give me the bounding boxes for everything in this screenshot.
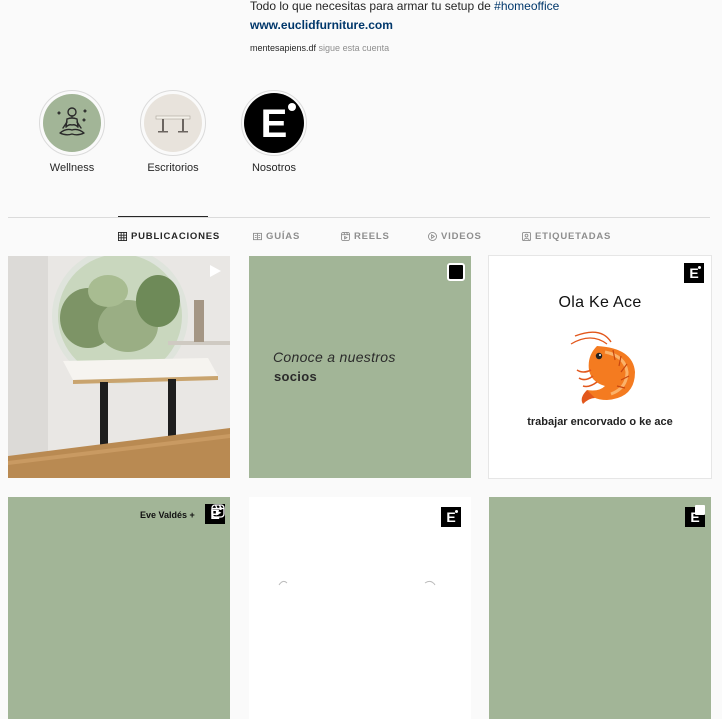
post-desk-photo[interactable]: [8, 256, 230, 478]
post-text-bold: socios: [274, 369, 317, 384]
post-text-italic: Conoce a nuestros: [273, 349, 396, 365]
play-circle-icon: [428, 232, 437, 241]
meditation-icon: [43, 94, 101, 152]
highlight-label: Escritorios: [147, 162, 199, 174]
highlight-label: Wellness: [49, 162, 95, 174]
post-sage[interactable]: E: [489, 497, 711, 719]
post-eve-valdes[interactable]: Eve Valdés + E: [8, 497, 230, 719]
tab-reels[interactable]: REELS: [341, 231, 390, 242]
post-ola-ke-ace[interactable]: E Ola Ke Ace trabajar encorvado o ke ace: [488, 255, 712, 479]
reels-icon: [211, 504, 225, 518]
highlight-wellness[interactable]: Wellness: [37, 90, 107, 174]
highlight-escritorios[interactable]: Escritorios: [138, 90, 208, 174]
post-title: Ola Ke Ace: [558, 294, 642, 311]
carousel-icon: [695, 505, 705, 515]
profile-bio: Todo lo que necesitas para armar tu setu…: [250, 0, 559, 35]
hashtag-link[interactable]: #homeoffice: [494, 0, 559, 13]
active-tab-indicator: [118, 216, 208, 217]
euclid-logo-icon: E: [441, 507, 461, 527]
follower-username[interactable]: mentesapiens.df: [250, 43, 316, 53]
reels-icon: [341, 232, 350, 241]
profile-tabs: PUBLICACIONES GUÍAS REELS VIDEOS ETIQUET…: [0, 231, 722, 245]
highlight-label: Nosotros: [251, 162, 297, 174]
highlight-nosotros[interactable]: E Nosotros: [239, 90, 309, 174]
tab-publicaciones[interactable]: PUBLICACIONES: [118, 231, 220, 242]
post-white[interactable]: E: [249, 497, 471, 719]
play-icon: [210, 265, 221, 277]
tagged-icon: [522, 232, 531, 241]
guides-icon: [253, 232, 262, 241]
followed-by-text: mentesapiens.df sigue esta cuenta: [250, 43, 390, 53]
shrimp-illustration: [570, 331, 635, 404]
tab-guias[interactable]: GUÍAS: [253, 231, 300, 242]
website-link[interactable]: www.euclidfurniture.com: [250, 16, 559, 35]
euclid-logo-icon: E: [244, 93, 304, 153]
post-conoce-socios[interactable]: Conoce a nuestros socios: [249, 256, 471, 478]
desk-photo-image: [8, 256, 230, 478]
bio-text: Todo lo que necesitas para armar tu setu…: [250, 0, 560, 13]
euclid-logo-icon: E: [684, 263, 704, 283]
desk-icon: [144, 94, 202, 152]
svg-text:E: E: [261, 102, 288, 146]
carousel-icon: [447, 263, 465, 281]
divider: [8, 217, 710, 218]
tab-etiquetadas[interactable]: ETIQUETADAS: [522, 231, 611, 242]
tab-videos[interactable]: VIDEOS: [428, 231, 482, 242]
post-caption: trabajar encorvado o ke ace: [527, 416, 673, 428]
grid-icon: [118, 232, 127, 241]
post-overlay-text: Eve Valdés +: [140, 510, 195, 520]
sketch-lines: [278, 580, 436, 586]
